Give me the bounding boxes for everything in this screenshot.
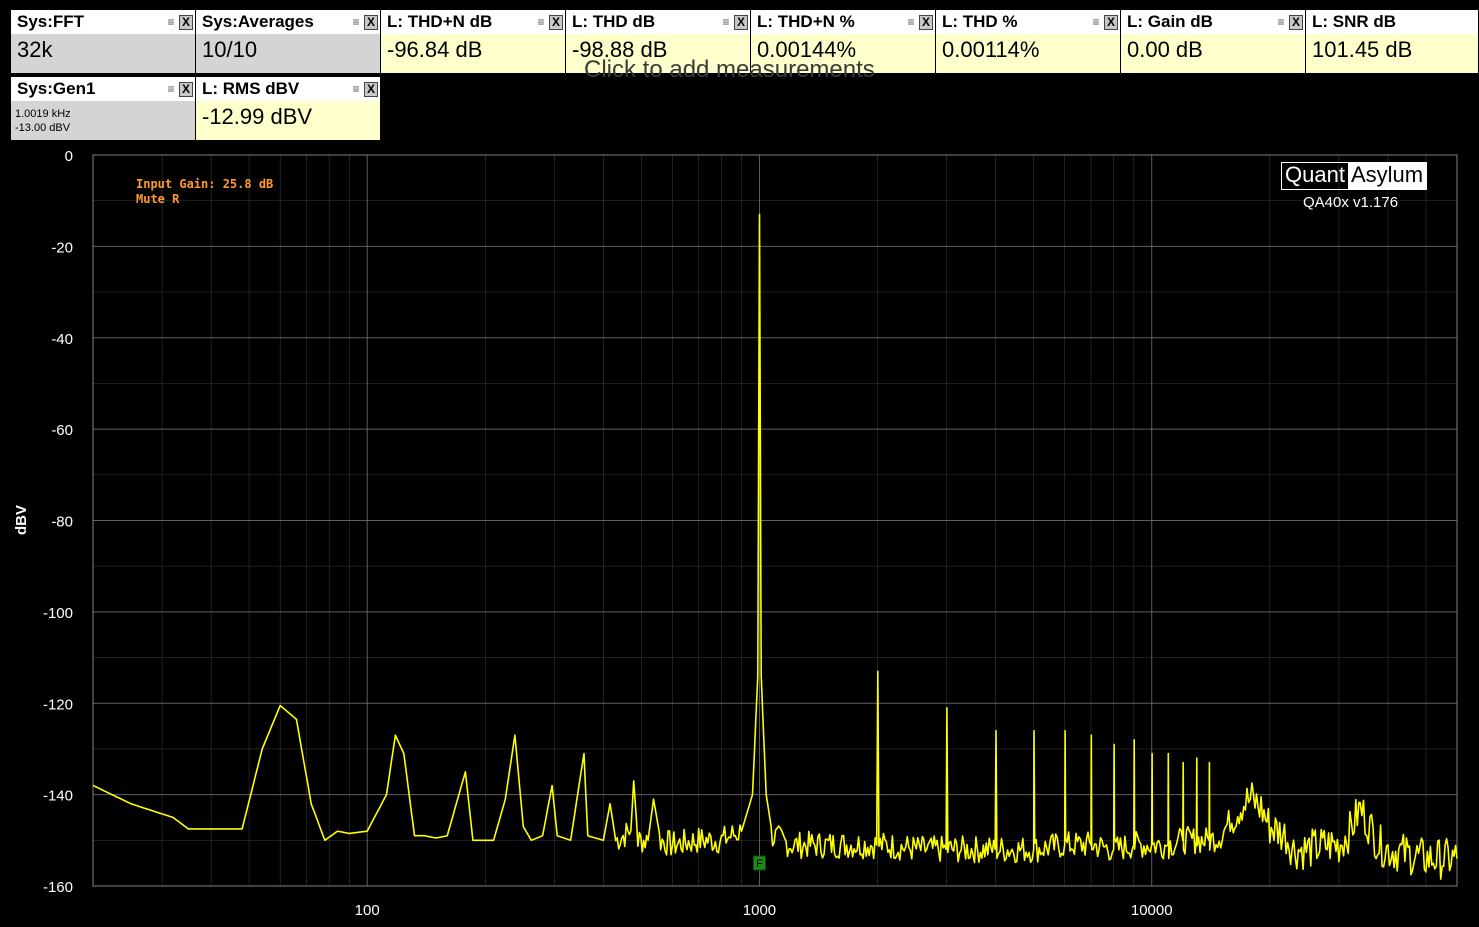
- y-tick-label: -160: [43, 879, 73, 896]
- y-tick-label: -80: [51, 514, 73, 531]
- version-label: QA40x v1.176: [1303, 194, 1399, 211]
- spectrum-trace: [92, 213, 1458, 880]
- logo-part2: Asylum: [1347, 163, 1427, 189]
- marker-label: F: [756, 858, 763, 870]
- y-tick-label: -120: [43, 696, 73, 713]
- series-line: [92, 213, 1458, 880]
- quantasylum-logo: Quant Asylum: [1281, 162, 1428, 190]
- markers: F: [752, 855, 766, 871]
- chart-grid: [92, 154, 1458, 887]
- mute-annotation: Mute R: [136, 192, 180, 206]
- x-tick-label: 10000: [1131, 902, 1173, 919]
- fft-chart[interactable]: 0 -20 -40 -60 -80 -100 -120 -140 -160 100 1000 1000…: [0, 0, 1479, 927]
- y-tick-label: -100: [43, 605, 73, 622]
- y-tick-label: -60: [51, 422, 73, 439]
- y-tick-label: 0: [65, 148, 73, 165]
- x-tick-label: 100: [355, 902, 380, 919]
- y-tick-label: -20: [51, 239, 73, 256]
- y-axis-label: dBV: [13, 505, 30, 535]
- logo-part1: Quant: [1285, 162, 1345, 187]
- axis-labels: 0 -20 -40 -60 -80 -100 -120 -140 -160 100 1000 1000…: [43, 148, 1173, 919]
- y-tick-label: -40: [51, 331, 73, 348]
- input-gain-annotation: Input Gain: 25.8 dB: [136, 177, 274, 191]
- y-tick-label: -140: [43, 788, 73, 805]
- x-tick-label: 1000: [743, 902, 776, 919]
